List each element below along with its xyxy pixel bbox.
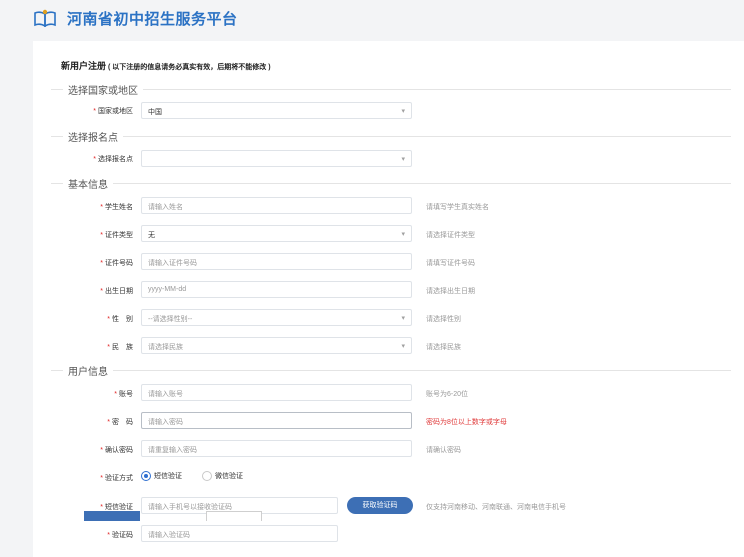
id-type-hint: 请选择证件类型 bbox=[426, 232, 475, 239]
id-type-label: * 证件类型 bbox=[100, 232, 133, 239]
captcha-input[interactable]: 请输入验证码 bbox=[141, 525, 338, 542]
page-note: ( 以下注册的信息请务必真实有效，后期将不能修改 ) bbox=[108, 64, 271, 71]
country-value: 中国 bbox=[148, 109, 162, 116]
app-header: 河南省初中招生服务平台 bbox=[0, 0, 744, 38]
chevron-down-icon: ▾ bbox=[401, 315, 405, 322]
reset-button[interactable] bbox=[206, 511, 262, 521]
id-number-input[interactable]: 请输入证件号码 bbox=[141, 253, 412, 270]
account-hint: 账号为6-20位 bbox=[426, 391, 469, 398]
site-title: 河南省初中招生服务平台 bbox=[67, 11, 238, 28]
submit-button[interactable] bbox=[84, 511, 140, 521]
ethnicity-select[interactable]: 请选择民族 ▾ bbox=[141, 337, 412, 354]
ethnicity-hint: 请选择民族 bbox=[426, 344, 461, 351]
country-label: * 国家或地区 bbox=[93, 108, 133, 115]
account-label: * 账号 bbox=[114, 391, 133, 398]
radio-sms[interactable] bbox=[141, 471, 151, 481]
password-label: * 密 码 bbox=[107, 419, 133, 426]
id-number-hint: 请填写证件号码 bbox=[426, 260, 475, 267]
password-hint: 密码为8位以上数字或字母 bbox=[426, 419, 507, 426]
page-title: 新用户注册( 以下注册的信息请务必真实有效，后期将不能修改 ) bbox=[61, 61, 271, 71]
captcha-label: * 验证码 bbox=[107, 532, 133, 539]
account-input[interactable]: 请输入账号 bbox=[141, 384, 412, 401]
chevron-down-icon: ▾ bbox=[401, 231, 405, 238]
id-number-label: * 证件号码 bbox=[100, 260, 133, 267]
verify-method-label: * 验证方式 bbox=[100, 475, 133, 482]
confirm-hint: 请确认密码 bbox=[426, 447, 461, 454]
section-user: 用户信息 bbox=[33, 363, 744, 378]
chevron-down-icon: ▾ bbox=[401, 343, 405, 350]
name-label: * 学生姓名 bbox=[100, 204, 133, 211]
section-basic: 基本信息 bbox=[33, 176, 744, 191]
verify-method-group: 短信验证 微信验证 bbox=[141, 471, 261, 481]
get-code-button[interactable]: 获取验证码 bbox=[347, 497, 413, 514]
confirm-label: * 确认密码 bbox=[100, 447, 133, 454]
name-hint: 请填写学生真实姓名 bbox=[426, 204, 489, 211]
section-country: 选择国家或地区 bbox=[33, 82, 744, 97]
book-logo-icon bbox=[34, 9, 56, 27]
confirm-input[interactable]: 请重复输入密码 bbox=[141, 440, 412, 457]
gender-hint: 请选择性别 bbox=[426, 316, 461, 323]
chevron-down-icon: ▾ bbox=[401, 108, 405, 115]
register-panel: 新用户注册( 以下注册的信息请务必真实有效，后期将不能修改 ) 选择国家或地区 … bbox=[33, 41, 744, 557]
id-type-select[interactable]: 无 ▾ bbox=[141, 225, 412, 242]
site-label: * 选择报名点 bbox=[93, 156, 133, 163]
sms-code-hint: 仅支持河南移动、河南联通、河南电信手机号 bbox=[426, 504, 566, 511]
password-input[interactable]: 请输入密码 bbox=[141, 412, 412, 429]
country-select[interactable]: 中国 ▾ bbox=[141, 102, 412, 119]
radio-wechat[interactable] bbox=[201, 471, 212, 481]
birth-hint: 请选择出生日期 bbox=[426, 288, 475, 295]
birth-label: * 出生日期 bbox=[100, 288, 133, 295]
gender-select[interactable]: --请选择性别-- ▾ bbox=[141, 309, 412, 326]
name-input[interactable]: 请输入姓名 bbox=[141, 197, 412, 214]
gender-label: * 性 别 bbox=[107, 316, 133, 323]
section-site: 选择报名点 bbox=[33, 129, 744, 144]
chevron-down-icon: ▾ bbox=[401, 156, 405, 163]
ethnicity-label: * 民 族 bbox=[107, 344, 133, 351]
site-select[interactable]: ▾ bbox=[141, 150, 412, 167]
birth-input[interactable]: yyyy-MM-dd bbox=[141, 281, 412, 298]
